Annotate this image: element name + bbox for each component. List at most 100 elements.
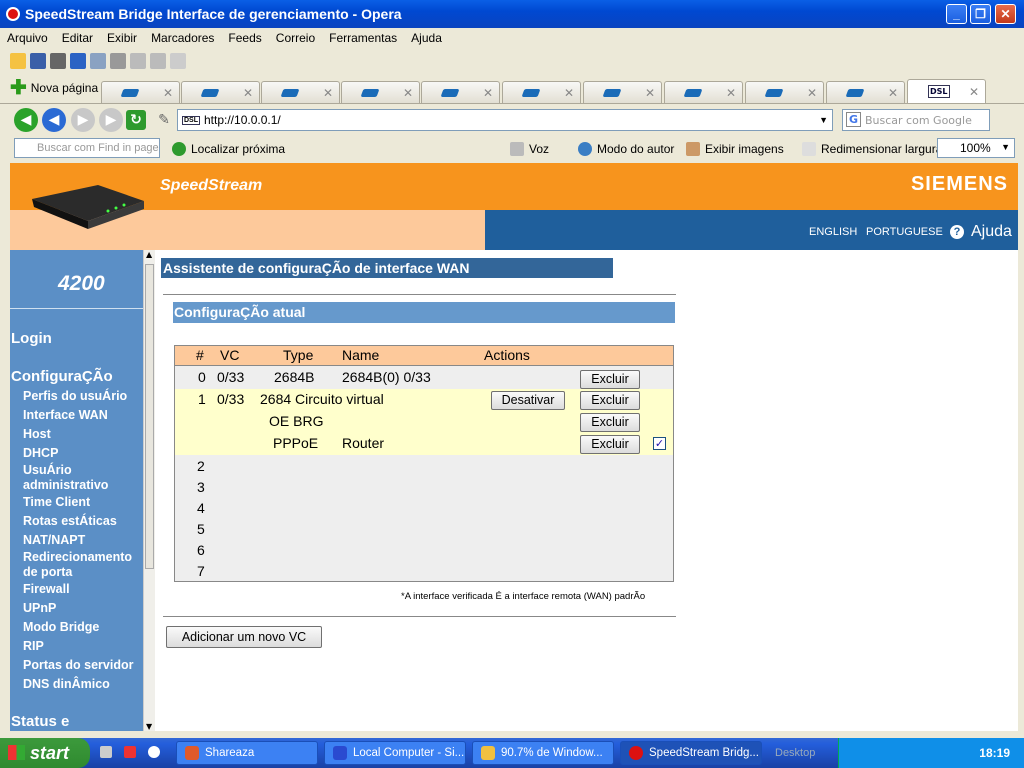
rewind-icon[interactable]: ◀: [42, 108, 66, 132]
close-button[interactable]: ✕: [995, 4, 1016, 24]
tab[interactable]: ✕: [826, 81, 905, 103]
tab-close-icon[interactable]: ✕: [323, 86, 333, 100]
add-vc-button[interactable]: Adicionar um novo VC: [166, 626, 322, 648]
menu-marcadores[interactable]: Marcadores: [144, 31, 221, 45]
sidebar-item-rip[interactable]: RIP: [23, 639, 143, 654]
save-icon[interactable]: [30, 53, 46, 69]
sidebar-scrollbar[interactable]: ▲ ▼: [143, 250, 155, 731]
new-page-button[interactable]: ✚ Nova página: [10, 78, 98, 98]
forward-icon[interactable]: ▶: [71, 108, 95, 132]
tab-close-icon[interactable]: ✕: [564, 86, 574, 100]
sound-icon[interactable]: [170, 53, 186, 69]
settings-icon[interactable]: [110, 53, 126, 69]
tab[interactable]: ✕: [261, 81, 340, 103]
delete-button[interactable]: Excluir: [580, 391, 640, 410]
sidebar-item-upnp[interactable]: UPnP: [23, 601, 143, 616]
sidebar-login[interactable]: Login: [11, 330, 52, 347]
english-link[interactable]: ENGLISH: [809, 226, 857, 238]
zoom-select[interactable]: 100% ▼: [937, 138, 1015, 158]
task-download[interactable]: 90.7% de Window...: [472, 741, 614, 765]
sidebar-item-admin-user[interactable]: UsuÁrio administrativo: [23, 463, 143, 493]
menu-feeds[interactable]: Feeds: [221, 31, 268, 45]
tab[interactable]: ✕: [502, 81, 581, 103]
google-search-field[interactable]: G Buscar com Google: [842, 109, 990, 131]
maximize-button[interactable]: ❐: [970, 4, 991, 24]
menu-exibir[interactable]: Exibir: [100, 31, 144, 45]
tab-active[interactable]: DSL ✕: [907, 79, 986, 103]
menu-ferramentas[interactable]: Ferramentas: [322, 31, 404, 45]
sidebar-item-firewall[interactable]: Firewall: [23, 582, 143, 597]
default-wan-checkbox[interactable]: ✓: [653, 437, 666, 450]
sidebar-config[interactable]: ConfiguraÇÃo: [11, 368, 113, 385]
tab[interactable]: ✕: [181, 81, 260, 103]
back-arrow-icon[interactable]: ◀: [14, 108, 38, 132]
quicklaunch-icon[interactable]: [100, 746, 112, 758]
task-speedstream[interactable]: SpeedStream Bridg...: [620, 741, 762, 765]
tab-close-icon[interactable]: ✕: [243, 86, 253, 100]
home-icon[interactable]: [90, 53, 106, 69]
minimize-button[interactable]: _: [946, 4, 967, 24]
quicklaunch-icon[interactable]: [148, 746, 160, 758]
sidebar-item-host[interactable]: Host: [23, 427, 143, 442]
delete-button[interactable]: Excluir: [580, 413, 640, 432]
sidebar-item-static-routes[interactable]: Rotas estÁticas: [23, 514, 143, 529]
tab-close-icon[interactable]: ✕: [403, 86, 413, 100]
menu-correio[interactable]: Correio: [269, 31, 322, 45]
find-icon[interactable]: [70, 53, 86, 69]
tab-close-icon[interactable]: ✕: [807, 86, 817, 100]
tab[interactable]: ✕: [745, 81, 824, 103]
chevron-down-icon[interactable]: ▼: [819, 115, 828, 125]
tab-close-icon[interactable]: ✕: [645, 86, 655, 100]
deactivate-button[interactable]: Desativar: [491, 391, 565, 410]
find-in-page-input[interactable]: Buscar com Find in page: [14, 138, 160, 158]
window-icon[interactable]: [150, 53, 166, 69]
sidebar-item-server-ports[interactable]: Portas do servidor: [23, 658, 143, 673]
menu-editar[interactable]: Editar: [55, 31, 100, 45]
reload-icon[interactable]: ↻: [126, 110, 146, 130]
help-link[interactable]: ? Ajuda: [950, 223, 1012, 241]
scrollbar-thumb[interactable]: [145, 264, 154, 569]
find-next-button[interactable]: Localizar próxima: [172, 142, 285, 156]
sidebar-item-dhcp[interactable]: DHCP: [23, 446, 143, 461]
sidebar-item-dynamic-dns[interactable]: DNS dinÂmico: [23, 677, 143, 692]
scroll-up-icon[interactable]: ▲: [146, 250, 152, 259]
tab[interactable]: ✕: [583, 81, 662, 103]
sidebar-item-time-client[interactable]: Time Client: [23, 495, 143, 510]
sidebar-item-nat[interactable]: NAT/NAPT: [23, 533, 143, 548]
tab-close-icon[interactable]: ✕: [969, 85, 979, 99]
start-button[interactable]: start: [0, 738, 90, 768]
show-images-button[interactable]: Exibir imagens: [686, 142, 784, 156]
url-field[interactable]: DSL http://10.0.0.1/ ▼: [177, 109, 833, 131]
tab-close-icon[interactable]: ✕: [726, 86, 736, 100]
tab-close-icon[interactable]: ✕: [163, 86, 173, 100]
voice-button[interactable]: Voz: [510, 142, 549, 156]
portuguese-link[interactable]: PORTUGUESE: [866, 226, 943, 238]
tab-close-icon[interactable]: ✕: [483, 86, 493, 100]
print-icon[interactable]: [50, 53, 66, 69]
fast-forward-icon[interactable]: ▶: [99, 108, 123, 132]
task-local-computer[interactable]: Local Computer - Si...: [324, 741, 466, 765]
sidebar-item-user-profiles[interactable]: Perfis do usuÁrio: [23, 389, 143, 404]
delete-button[interactable]: Excluir: [580, 435, 640, 454]
tab[interactable]: ✕: [421, 81, 500, 103]
sidebar-item-port-forwarding[interactable]: Redirecionamento de porta: [23, 550, 143, 580]
tab[interactable]: ✕: [341, 81, 420, 103]
panels-icon[interactable]: [130, 53, 146, 69]
desktop-toolbar[interactable]: Desktop: [775, 747, 815, 759]
sidebar-item-wan-interface[interactable]: Interface WAN: [23, 408, 143, 423]
scroll-down-icon[interactable]: ▼: [146, 722, 152, 731]
tab[interactable]: ✕: [101, 81, 180, 103]
new-file-icon[interactable]: [10, 53, 26, 69]
fit-width-button[interactable]: Redimensionar largura: [802, 142, 942, 156]
delete-button[interactable]: Excluir: [580, 370, 640, 389]
menu-arquivo[interactable]: Arquivo: [0, 31, 55, 45]
menu-ajuda[interactable]: Ajuda: [404, 31, 449, 45]
quicklaunch-icon[interactable]: [124, 746, 136, 758]
task-shareaza[interactable]: Shareaza: [176, 741, 318, 765]
sidebar-status[interactable]: Status e: [11, 713, 69, 730]
author-mode-button[interactable]: Modo do autor: [578, 142, 674, 156]
tab[interactable]: ✕: [664, 81, 743, 103]
sidebar-item-bridge-mode[interactable]: Modo Bridge: [23, 620, 143, 635]
tab-close-icon[interactable]: ✕: [888, 86, 898, 100]
wand-icon[interactable]: ✎: [152, 108, 176, 132]
